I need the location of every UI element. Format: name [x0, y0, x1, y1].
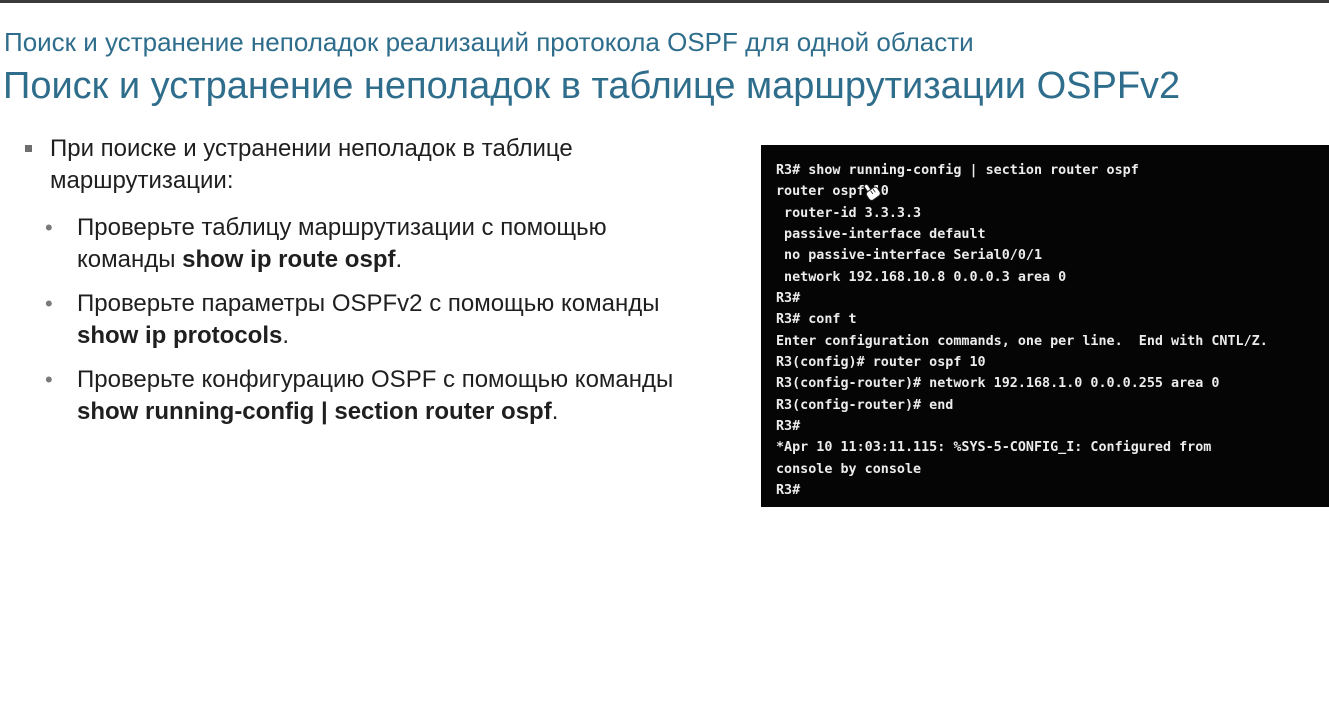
terminal-line: router ospf 10 [776, 184, 889, 200]
terminal-line: R3# show running-config | section router… [776, 163, 1139, 178]
slide-subtitle: Поиск и устранение неполадок реализаций … [4, 27, 974, 57]
slide-title: Поиск и устранение неполадок в таблице м… [3, 65, 1181, 107]
sub-bullet-text: Проверьте параметры OSPFv2 с помощью ком… [77, 290, 660, 317]
terminal-line: Enter configuration commands, one per li… [776, 333, 1268, 349]
dot-bullet-icon: • [45, 291, 53, 316]
top-border [0, 0, 1329, 3]
bullet-content: При поиске и устранении неполадок в табл… [22, 133, 702, 440]
sub-bullet-command: show ip route ospf [182, 246, 396, 273]
terminal-line: R3(config-router)# end [776, 397, 954, 413]
sub-bullet-end: . [551, 398, 559, 425]
main-bullet-text: При поиске и устранении неполадок в табл… [50, 135, 573, 194]
terminal-line: console by console [776, 461, 922, 477]
sub-bullet-text: Проверьте конфигурацию OSPF с помощью ко… [77, 366, 674, 393]
sub-bullet-command: show ip protocols [77, 322, 283, 349]
terminal-line: *Apr 10 11:03:11.115: %SYS-5-CONFIG_I: C… [776, 440, 1212, 456]
terminal-output: R3# show running-config | section router… [761, 145, 1329, 507]
terminal-line: R3(config-router)# network 192.168.1.0 0… [776, 376, 1220, 392]
terminal-line: network 192.168.10.8 0.0.0.3 area 0 [776, 269, 1067, 285]
sub-bullet-command: show running-config | section router osp… [77, 398, 552, 425]
terminal-line: R3# [776, 291, 801, 307]
square-bullet-icon [25, 145, 32, 152]
terminal-line: R3# conf t [776, 312, 857, 328]
sub-bullet-3: • Проверьте конфигурацию OSPF с помощью … [22, 364, 702, 428]
sub-bullet-end: . [395, 246, 403, 273]
sub-bullet-1: • Проверьте таблицу маршрутизации с помо… [22, 212, 702, 276]
main-bullet: При поиске и устранении неполадок в табл… [22, 133, 702, 197]
terminal-line: R3# [776, 419, 801, 435]
dot-bullet-icon: • [45, 215, 53, 240]
terminal-line: router-id 3.3.3.3 [776, 205, 922, 221]
terminal-line: no passive-interface Serial0/0/1 [776, 248, 1043, 264]
terminal-line: passive-interface default [776, 227, 986, 243]
sub-bullet-2: • Проверьте параметры OSPFv2 с помощью к… [22, 288, 702, 352]
sub-bullet-end: . [282, 322, 290, 349]
hand-cursor-icon [863, 183, 881, 201]
dot-bullet-icon: • [45, 367, 53, 392]
terminal-line: R3# [776, 483, 801, 499]
terminal-line: R3(config)# router ospf 10 [776, 355, 986, 371]
